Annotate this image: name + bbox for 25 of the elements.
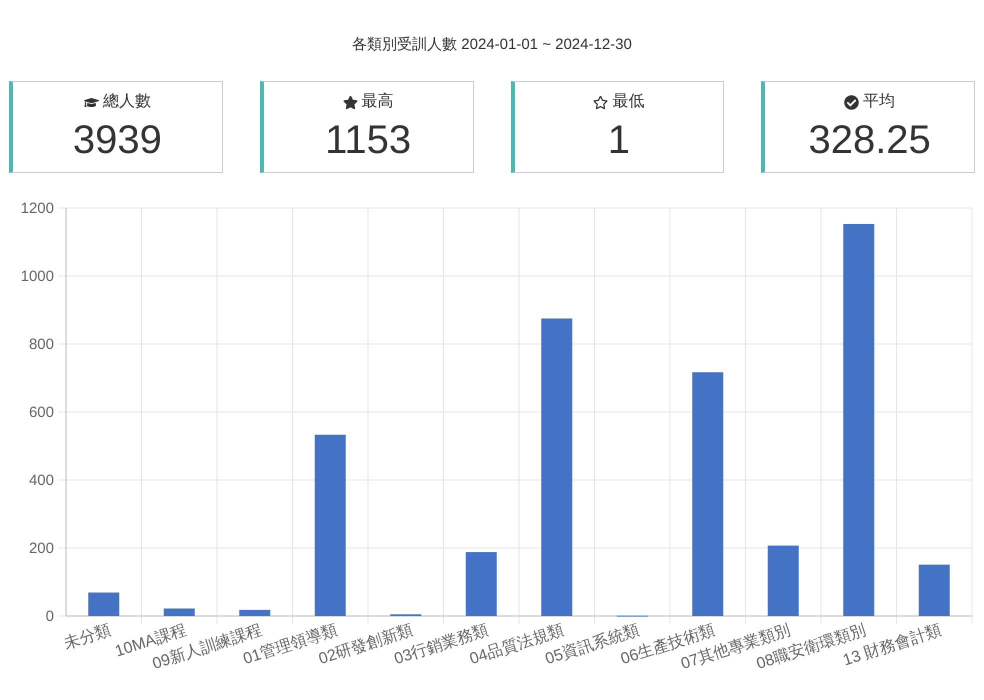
star-outline-icon [593, 94, 608, 110]
bar [466, 552, 497, 616]
bar [918, 564, 950, 616]
bar [768, 546, 799, 616]
star-icon [342, 94, 358, 110]
stat-label: 平均 [863, 92, 896, 112]
stat-label: 最低 [612, 92, 644, 112]
stat-value: 1 [608, 117, 630, 164]
bar [164, 608, 195, 616]
y-axis-label: 200 [28, 540, 54, 557]
x-axis-label: 未分類 [62, 622, 113, 653]
chart-title: 各類別受訓人數 2024-01-01 ~ 2024-12-30 [352, 35, 632, 55]
stat-value: 328.25 [808, 117, 931, 164]
y-axis-label: 400 [28, 472, 54, 489]
y-axis-label: 1000 [20, 268, 54, 285]
stat-label: 最高 [362, 92, 394, 112]
y-axis-label: 0 [46, 608, 54, 625]
y-axis-label: 600 [28, 404, 54, 421]
bar [88, 592, 120, 616]
stat-label: 總人數 [102, 92, 151, 112]
stat-value: 1153 [325, 117, 412, 164]
stat-value: 3939 [72, 117, 162, 164]
y-axis-label: 1200 [20, 200, 54, 217]
bar [239, 610, 270, 616]
y-axis-label: 800 [28, 336, 54, 353]
